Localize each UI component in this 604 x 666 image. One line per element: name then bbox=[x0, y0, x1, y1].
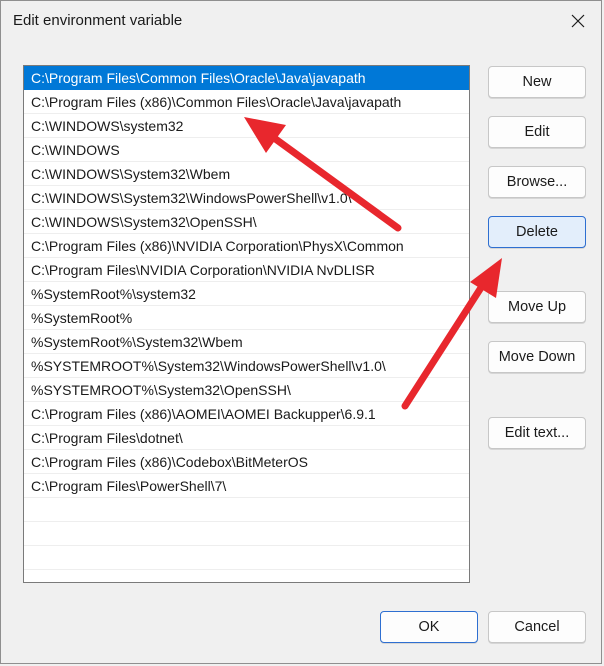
list-item[interactable]: C:\Program Files (x86)\Common Files\Orac… bbox=[24, 90, 469, 114]
list-item[interactable]: C:\Program Files\NVIDIA Corporation\NVID… bbox=[24, 258, 469, 282]
new-button[interactable]: New bbox=[488, 66, 586, 98]
list-item[interactable]: %SystemRoot%\System32\Wbem bbox=[24, 330, 469, 354]
cancel-button[interactable]: Cancel bbox=[488, 611, 586, 643]
list-item[interactable]: C:\WINDOWS\System32\OpenSSH\ bbox=[24, 210, 469, 234]
list-item[interactable]: C:\Program Files\Common Files\Oracle\Jav… bbox=[24, 66, 469, 90]
edit-env-variable-dialog: Edit environment variable C:\Program Fil… bbox=[0, 0, 602, 664]
list-item[interactable]: %SystemRoot%\system32 bbox=[24, 282, 469, 306]
close-icon bbox=[571, 14, 585, 28]
move-down-button[interactable]: Move Down bbox=[488, 341, 586, 373]
list-item[interactable]: %SYSTEMROOT%\System32\OpenSSH\ bbox=[24, 378, 469, 402]
edit-text-button[interactable]: Edit text... bbox=[488, 417, 586, 449]
empty-list-row[interactable] bbox=[24, 570, 469, 582]
empty-list-row[interactable] bbox=[24, 522, 469, 546]
list-item[interactable]: C:\WINDOWS\system32 bbox=[24, 114, 469, 138]
list-item[interactable]: C:\Program Files (x86)\AOMEI\AOMEI Backu… bbox=[24, 402, 469, 426]
list-item[interactable]: C:\Program Files\PowerShell\7\ bbox=[24, 474, 469, 498]
list-item[interactable]: C:\Program Files\dotnet\ bbox=[24, 426, 469, 450]
title-bar: Edit environment variable bbox=[1, 1, 601, 43]
list-item[interactable]: C:\Program Files (x86)\NVIDIA Corporatio… bbox=[24, 234, 469, 258]
list-item[interactable]: C:\WINDOWS\System32\Wbem bbox=[24, 162, 469, 186]
list-item[interactable]: C:\WINDOWS bbox=[24, 138, 469, 162]
list-item[interactable]: C:\Program Files (x86)\Codebox\BitMeterO… bbox=[24, 450, 469, 474]
list-item[interactable]: %SystemRoot% bbox=[24, 306, 469, 330]
delete-button[interactable]: Delete bbox=[488, 216, 586, 248]
edit-button[interactable]: Edit bbox=[488, 116, 586, 148]
empty-list-row[interactable] bbox=[24, 498, 469, 522]
browse-button[interactable]: Browse... bbox=[488, 166, 586, 198]
move-up-button[interactable]: Move Up bbox=[488, 291, 586, 323]
ok-button[interactable]: OK bbox=[380, 611, 478, 643]
list-item[interactable]: C:\WINDOWS\System32\WindowsPowerShell\v1… bbox=[24, 186, 469, 210]
empty-list-row[interactable] bbox=[24, 546, 469, 570]
close-button[interactable] bbox=[555, 1, 601, 41]
path-list[interactable]: C:\Program Files\Common Files\Oracle\Jav… bbox=[23, 65, 470, 583]
list-item[interactable]: %SYSTEMROOT%\System32\WindowsPowerShell\… bbox=[24, 354, 469, 378]
dialog-title: Edit environment variable bbox=[13, 12, 183, 29]
